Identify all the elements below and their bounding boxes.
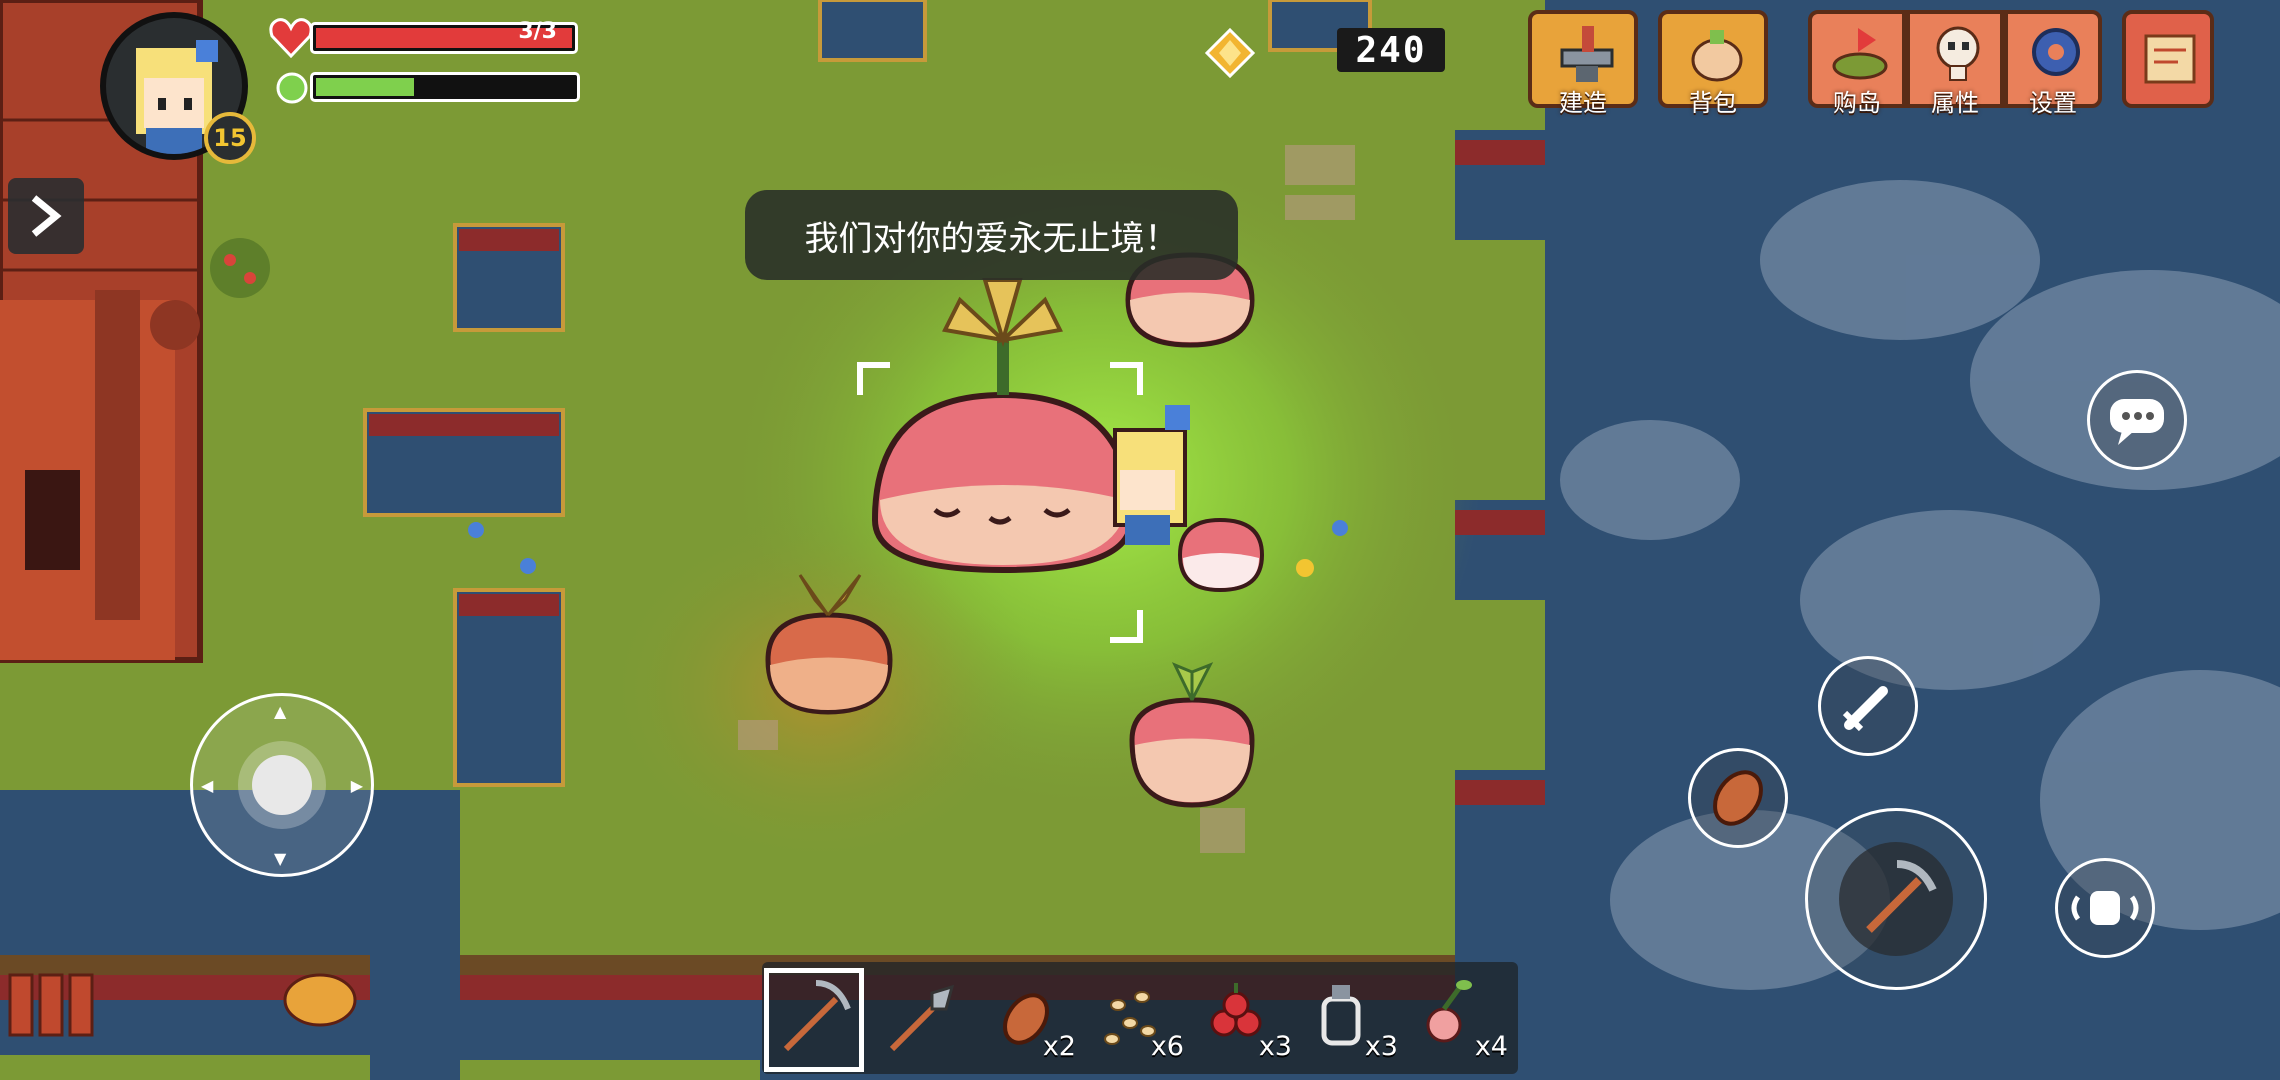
coin-count: 240 (1355, 29, 1427, 71)
pickaxe-icon (1866, 860, 1937, 933)
buy-island-button[interactable]: 购岛 (1808, 10, 1906, 117)
backpack-button[interactable]: 背包 (1658, 10, 1768, 117)
hotbar-slot-shovel[interactable] (870, 965, 970, 1070)
hotbar-count: x2 (1042, 1031, 1076, 1062)
island-icon (1832, 28, 1888, 80)
coin-counter: 240 (1337, 28, 1445, 72)
dialog-text: 我们对你的爱永无止境！ (804, 218, 1179, 259)
shovel-icon (889, 984, 955, 1052)
attributes-label: 属性 (1931, 89, 1979, 117)
chat-button[interactable] (2087, 370, 2187, 470)
dialog-bubble: 我们对你的爱永无止境！ (745, 190, 1238, 280)
hp-bar: 3/3 (310, 19, 578, 54)
meat-icon (1713, 770, 1763, 826)
hotbar-slot-meat[interactable]: x2 (980, 965, 1080, 1070)
attack-button[interactable] (1818, 656, 1918, 756)
hotbar-count: x4 (1474, 1031, 1508, 1062)
hotbar-count: x6 (1150, 1031, 1184, 1062)
settings-button[interactable]: 设置 (2004, 10, 2102, 117)
tool-action-button[interactable] (1805, 808, 1987, 990)
energy-icon (276, 72, 308, 104)
joystick-right-arrow-icon: ▶ (350, 776, 363, 795)
hotbar-slot-bottle[interactable]: x3 (1302, 965, 1402, 1070)
energy-bar (310, 72, 580, 102)
hotbar-count: x3 (1364, 1031, 1398, 1062)
hotbar-slot-berries[interactable]: x3 (1196, 965, 1296, 1070)
anvil-icon (1560, 26, 1614, 82)
dodge-roll-button[interactable] (2055, 858, 2155, 958)
game-screen: 15 3/3 240 我们对你的爱永无止境！ 建造 背包 购岛 属性 设置 ▲ … (0, 0, 2280, 1080)
build-button[interactable]: 建造 (1528, 10, 1638, 117)
scroll-map-icon (2144, 34, 2196, 84)
hotbar-slot-pickaxe[interactable] (766, 965, 866, 1070)
map-button[interactable] (2122, 10, 2214, 108)
hp-text: 3/3 (518, 19, 557, 44)
level-text: 15 (213, 124, 247, 152)
joystick-up-arrow-icon: ▲ (274, 702, 287, 721)
backpack-label: 背包 (1689, 89, 1737, 117)
skull-icon (1936, 26, 1980, 81)
joystick-knob[interactable] (252, 755, 312, 815)
roll-icon (2071, 891, 2139, 925)
gem-icon (1205, 28, 1255, 78)
hotbar-slot-seeds[interactable]: x6 (1088, 965, 1188, 1070)
backpack-icon (1691, 30, 1743, 82)
attributes-button[interactable]: 属性 (1906, 10, 2004, 117)
build-label: 建造 (1559, 89, 1607, 117)
joystick-left-arrow-icon: ◀ (201, 776, 214, 795)
level-badge: 15 (204, 112, 256, 164)
eat-item-button[interactable] (1688, 748, 1788, 848)
sword-icon (1842, 686, 1888, 732)
chat-bubble-icon (2110, 399, 2164, 445)
hotbar-slot-beet[interactable]: x4 (1412, 965, 1512, 1070)
settings-label: 设置 (2029, 89, 2077, 117)
pickaxe-icon (783, 980, 851, 1052)
gear-icon (2032, 28, 2080, 76)
joystick-down-arrow-icon: ▼ (274, 849, 287, 868)
hotbar-count: x3 (1258, 1031, 1292, 1062)
energy-fill (316, 78, 414, 96)
virtual-joystick[interactable]: ▲ ▼ ◀ ▶ (190, 693, 374, 877)
heart-icon (269, 18, 313, 58)
tool-action-inner (1839, 842, 1953, 956)
buy-island-label: 购岛 (1833, 89, 1881, 117)
